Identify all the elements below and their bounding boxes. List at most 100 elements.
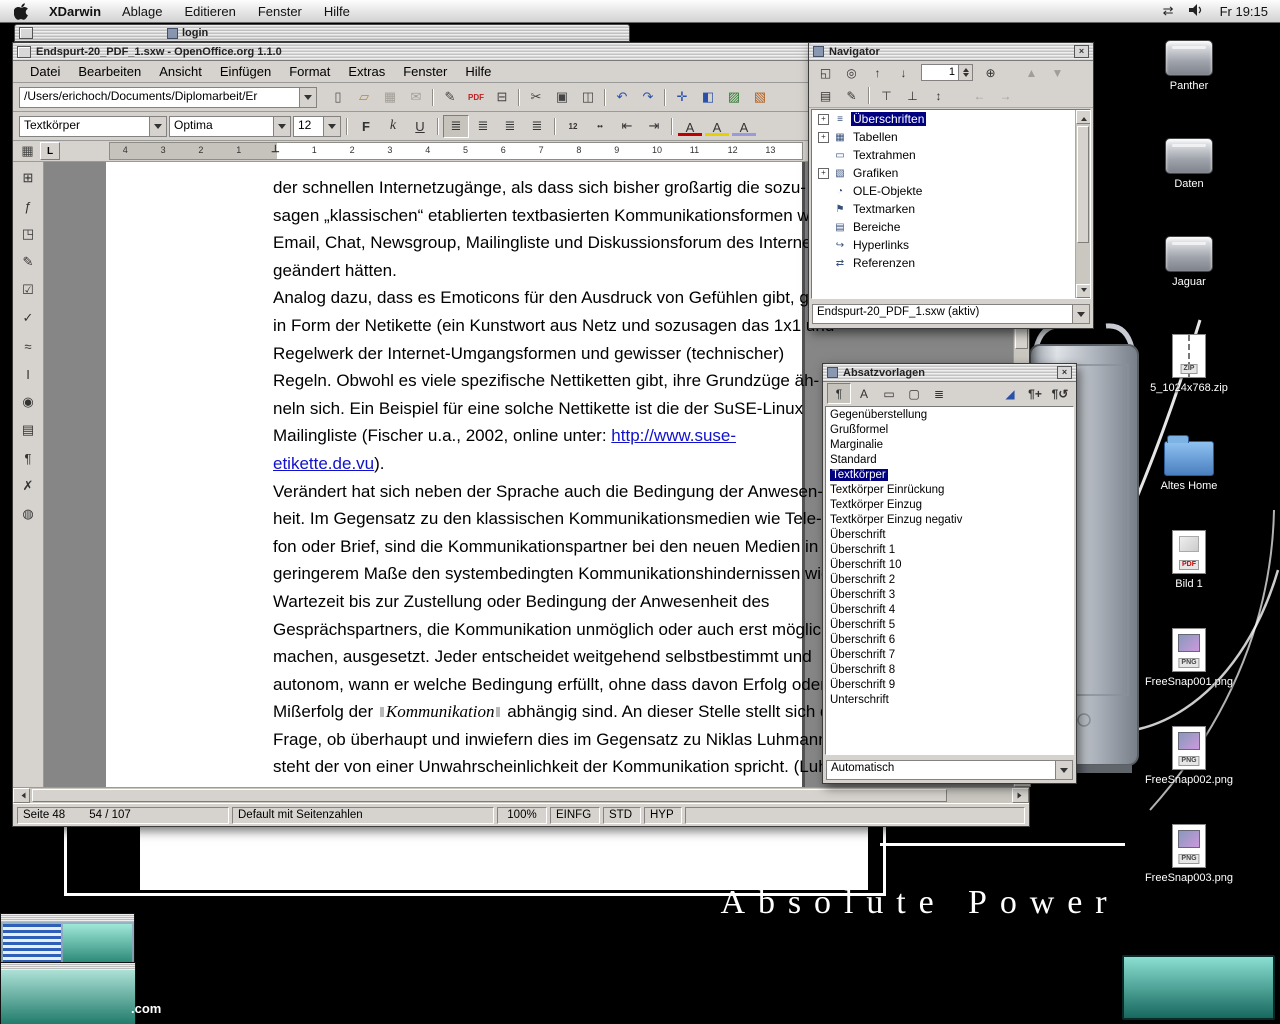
navigator-content-tree[interactable]: +≡Überschriften+▦Tabellen▭Textrahmen+▧Gr… bbox=[811, 109, 1091, 299]
align-center-button[interactable]: ≣ bbox=[470, 115, 496, 138]
background-color-button[interactable]: A bbox=[731, 118, 757, 137]
close-icon[interactable]: × bbox=[1057, 366, 1072, 379]
navigator-item-tabellen[interactable]: +▦Tabellen bbox=[812, 128, 1090, 146]
navigator-item-oleobjekte[interactable]: ◔OLE-Objekte bbox=[812, 182, 1090, 200]
apple-menu-icon[interactable] bbox=[14, 3, 29, 20]
update-style-icon[interactable]: ¶↺ bbox=[1048, 383, 1072, 404]
new-document-icon[interactable]: ▯ bbox=[325, 86, 351, 109]
url-combobox[interactable]: /Users/erichoch/Documents/Diplomarbeit/E… bbox=[19, 87, 317, 108]
menu-bearbeiten[interactable]: Bearbeiten bbox=[69, 64, 150, 79]
spin-down-icon[interactable] bbox=[963, 73, 969, 80]
volume-icon[interactable] bbox=[1188, 3, 1204, 20]
document-selector-value[interactable]: Endspurt-20_PDF_1.sxw (aktiv) bbox=[813, 305, 1072, 323]
horizontal-scrollbar[interactable] bbox=[13, 787, 1029, 803]
copy-icon[interactable]: ▣ bbox=[549, 86, 575, 109]
close-button[interactable] bbox=[19, 27, 33, 39]
style-list-item[interactable]: Textkörper bbox=[826, 468, 1073, 483]
paste-icon[interactable]: ◫ bbox=[575, 86, 601, 109]
desktop-icon-bild1[interactable]: PDFBild 1 bbox=[1129, 530, 1249, 590]
menu-extras[interactable]: Extras bbox=[339, 64, 394, 79]
underline-button[interactable]: U bbox=[407, 115, 433, 138]
frame-styles-icon[interactable]: ▭ bbox=[877, 383, 901, 404]
print-icon[interactable]: ⊟ bbox=[489, 86, 515, 109]
desktop-icon-alteshome[interactable]: Altes Home bbox=[1129, 432, 1249, 492]
font-size-combobox[interactable]: 12 bbox=[293, 116, 341, 137]
align-left-button[interactable]: ≣ bbox=[443, 115, 469, 138]
style-list-item[interactable]: Grußformel bbox=[826, 423, 1073, 438]
page-styles-icon[interactable]: ▢ bbox=[902, 383, 926, 404]
style-list-item[interactable]: Überschrift 2 bbox=[826, 573, 1073, 588]
tree-scrollbar[interactable] bbox=[1075, 110, 1090, 298]
dropdown-button[interactable] bbox=[1072, 305, 1089, 323]
edit-file-icon[interactable]: ✎ bbox=[437, 86, 463, 109]
desktop-icon-panther[interactable]: Panther bbox=[1129, 40, 1249, 92]
decrease-indent-button[interactable]: ⇤ bbox=[614, 115, 640, 138]
scrollbar-track[interactable] bbox=[30, 788, 1012, 803]
style-list-item[interactable]: Überschrift bbox=[826, 528, 1073, 543]
style-list-item[interactable]: Gegenüberstellung bbox=[826, 408, 1073, 423]
dropdown-button[interactable] bbox=[1055, 761, 1072, 779]
navigator-item-berschriften[interactable]: +≡Überschriften bbox=[812, 110, 1090, 128]
scroll-up-button[interactable] bbox=[1076, 110, 1091, 124]
navigation-icon[interactable]: ◎ bbox=[839, 62, 864, 84]
dropdown-button[interactable] bbox=[149, 117, 166, 136]
url-field[interactable]: /Users/erichoch/Documents/Diplomarbeit/E… bbox=[20, 88, 299, 107]
draw-functions-icon[interactable]: ✎ bbox=[15, 248, 41, 276]
desktop-icon-freesnap001png[interactable]: PNGFreeSnap001.png bbox=[1129, 628, 1249, 688]
autospellcheck-icon[interactable]: ≈ bbox=[15, 332, 41, 360]
next-object-icon[interactable]: ↓ bbox=[891, 62, 916, 84]
undo-icon[interactable]: ↶ bbox=[609, 86, 635, 109]
footer-icon[interactable]: ⊥ bbox=[900, 85, 925, 107]
hyperlink[interactable]: http://www.suse- bbox=[611, 426, 736, 445]
find-replace-icon[interactable]: ◉ bbox=[15, 388, 41, 416]
scrollbar-track[interactable] bbox=[1076, 124, 1090, 284]
navigator-item-hyperlinks[interactable]: ↪Hyperlinks bbox=[812, 236, 1090, 254]
character-styles-icon[interactable]: A bbox=[852, 383, 876, 404]
desktop-icon-daten[interactable]: Daten bbox=[1129, 138, 1249, 190]
toggle-view-icon[interactable]: ◱ bbox=[813, 62, 838, 84]
insert-fields-icon[interactable]: ƒ bbox=[15, 192, 41, 220]
style-list-item[interactable]: Überschrift 6 bbox=[826, 633, 1073, 648]
navigator-item-textrahmen[interactable]: ▭Textrahmen bbox=[812, 146, 1090, 164]
set-reminder-icon[interactable]: ✎ bbox=[839, 85, 864, 107]
menubar-item-ablage[interactable]: Ablage bbox=[111, 4, 173, 19]
scrollbar-thumb[interactable] bbox=[32, 789, 947, 802]
align-right-button[interactable]: ≣ bbox=[497, 115, 523, 138]
horizontal-ruler[interactable]: ⊥ 432112345678910111213 bbox=[109, 142, 803, 160]
navigator-item-bereiche[interactable]: ▤Bereiche bbox=[812, 218, 1090, 236]
menubar-app-name[interactable]: XDarwin bbox=[39, 4, 111, 19]
selection-mode-cell[interactable]: STD bbox=[603, 807, 641, 824]
font-name-value[interactable]: Optima bbox=[170, 117, 273, 136]
style-list-item[interactable]: Überschrift 9 bbox=[826, 678, 1073, 693]
font-color-button[interactable]: A bbox=[677, 118, 703, 137]
page-style-cell[interactable]: Default mit Seitenzahlen bbox=[232, 807, 494, 824]
anchor-text-icon[interactable]: ↕ bbox=[926, 85, 951, 107]
align-justify-button[interactable]: ≣ bbox=[524, 115, 550, 138]
dropdown-button[interactable] bbox=[273, 117, 290, 136]
style-list-item[interactable]: Überschrift 8 bbox=[826, 663, 1073, 678]
gallery-icon[interactable]: ▨ bbox=[721, 86, 747, 109]
drag-mode-icon[interactable]: ⊕ bbox=[978, 62, 1003, 84]
images-onoff-icon[interactable]: ✗ bbox=[15, 472, 41, 500]
cut-icon[interactable]: ✂ bbox=[523, 86, 549, 109]
expand-icon[interactable]: + bbox=[818, 114, 829, 125]
menubar-item-editieren[interactable]: Editieren bbox=[174, 4, 247, 19]
online-layout-icon[interactable]: ◍ bbox=[15, 500, 41, 528]
redo-icon[interactable]: ↷ bbox=[635, 86, 661, 109]
stylist-titlebar[interactable]: Absatzvorlagen × bbox=[823, 364, 1076, 382]
paragraph-style-combobox[interactable]: Textkörper bbox=[19, 116, 167, 137]
style-list-item[interactable]: Überschrift 7 bbox=[826, 648, 1073, 663]
style-list-item[interactable]: Überschrift 3 bbox=[826, 588, 1073, 603]
insert-icon[interactable]: ⊞ bbox=[15, 164, 41, 192]
menubar-item-hilfe[interactable]: Hilfe bbox=[313, 4, 361, 19]
style-list-item[interactable]: Textkörper Einrückung bbox=[826, 483, 1073, 498]
style-list-item[interactable]: Textkörper Einzug bbox=[826, 498, 1073, 513]
highlighting-button[interactable]: A bbox=[704, 118, 730, 137]
desktop-icon-jaguar[interactable]: Jaguar bbox=[1129, 236, 1249, 288]
scrollbar-thumb[interactable] bbox=[1077, 126, 1089, 243]
content-view-icon[interactable]: ▤ bbox=[813, 85, 838, 107]
increase-indent-button[interactable]: ⇥ bbox=[641, 115, 667, 138]
insert-objects-icon[interactable]: ◳ bbox=[15, 220, 41, 248]
page-number-field[interactable]: 1 bbox=[921, 64, 959, 81]
font-size-value[interactable]: 12 bbox=[294, 117, 323, 136]
